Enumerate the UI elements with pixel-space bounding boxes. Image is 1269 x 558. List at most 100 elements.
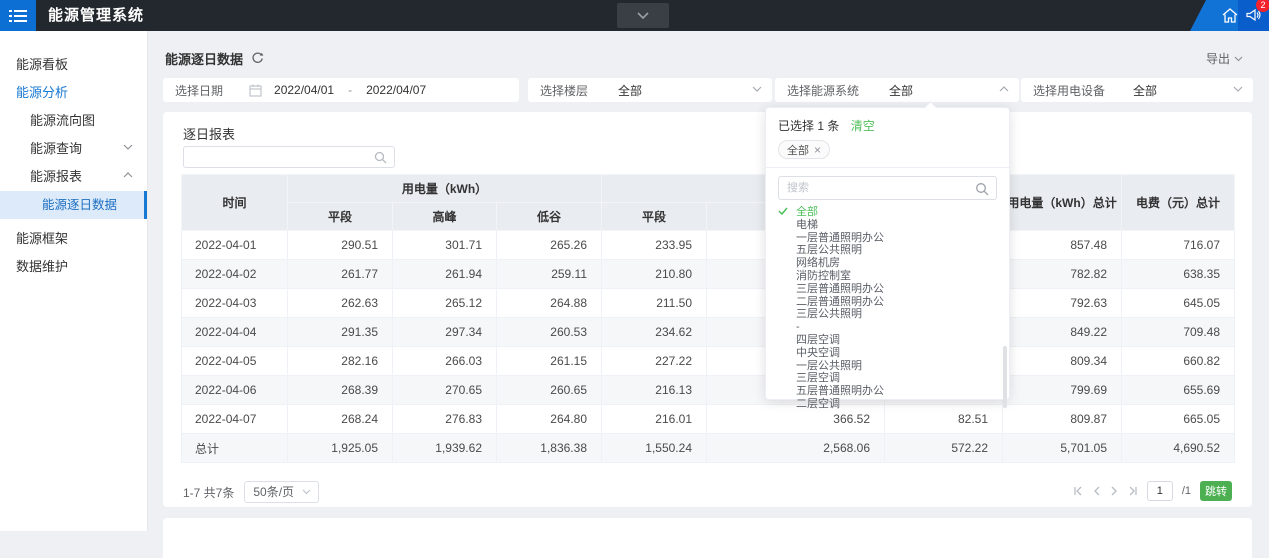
menu-toggle-button[interactable] bbox=[0, 0, 36, 31]
refresh-icon[interactable] bbox=[251, 52, 264, 65]
clear-selection-button[interactable]: 清空 bbox=[851, 119, 875, 133]
announcement-button[interactable]: 2 bbox=[1238, 0, 1269, 31]
cell-time: 2022-04-05 bbox=[182, 347, 288, 376]
page-size-select[interactable]: 50条/页 bbox=[244, 481, 319, 503]
sidebar-nav: 能源看板能源分析能源流向图能源查询能源报表能源逐日数据能源框架数据维护 bbox=[0, 31, 148, 531]
sidebar-item-7[interactable]: 数据维护 bbox=[0, 253, 147, 281]
dropdown-option-label: 一层普通照明办公 bbox=[796, 232, 884, 244]
next-page-button[interactable] bbox=[1110, 486, 1118, 496]
remove-tag-icon[interactable]: × bbox=[814, 144, 821, 156]
dropdown-option[interactable]: 消防控制室 bbox=[766, 270, 1009, 283]
sidebar-item-5[interactable]: 能源逐日数据 bbox=[0, 191, 147, 219]
dropdown-option[interactable]: 二层普通照明办公 bbox=[766, 296, 1009, 309]
floor-select[interactable]: 选择楼层 全部 bbox=[528, 78, 772, 102]
dropdown-option-label: 三层空调 bbox=[796, 372, 840, 384]
cell-value: 291.35 bbox=[288, 318, 393, 347]
col-header-valley: 低谷 bbox=[497, 203, 602, 231]
dropdown-option[interactable]: 三层普通照明办公 bbox=[766, 283, 1009, 296]
cell-value: 782.82 bbox=[1003, 260, 1122, 289]
cell-value: 259.11 bbox=[497, 260, 602, 289]
page-number-input[interactable]: 1 bbox=[1147, 481, 1173, 501]
date-separator: - bbox=[348, 83, 352, 97]
dropdown-option[interactable]: 三层公共照明 bbox=[766, 308, 1009, 321]
selected-count-text: 已选择 1 条 bbox=[778, 119, 839, 133]
sidebar-item-0[interactable]: 能源看板 bbox=[0, 51, 147, 79]
date-end-value: 2022/04/07 bbox=[366, 83, 426, 97]
sidebar-item-4[interactable]: 能源报表 bbox=[0, 163, 147, 191]
cell-value: 282.16 bbox=[288, 347, 393, 376]
last-page-button[interactable] bbox=[1127, 486, 1138, 496]
date-range-filter[interactable]: 选择日期 2022/04/01 - 2022/04/07 bbox=[163, 78, 519, 102]
dropdown-option[interactable]: 电梯 bbox=[766, 219, 1009, 232]
dropdown-selected-info: 已选择 1 条 清空 bbox=[766, 108, 1009, 134]
first-page-icon bbox=[1073, 486, 1084, 496]
dropdown-option[interactable]: 网络机房 bbox=[766, 257, 1009, 270]
dropdown-option[interactable]: 四层空调 bbox=[766, 334, 1009, 347]
cell-value: 1,939.62 bbox=[393, 434, 497, 463]
daily-report-card: 逐日报表 时间 用电量（kWh） 电费（元） 用电量（kWh）总计 电费（元）总… bbox=[163, 112, 1252, 507]
table-search-input[interactable] bbox=[183, 146, 395, 168]
chevron-down-icon bbox=[1233, 86, 1243, 92]
cell-value: 261.15 bbox=[497, 347, 602, 376]
dropdown-option-label: 电梯 bbox=[796, 219, 818, 231]
energy-management-app: { "topbar": { "title": "能源管理系统" }, "side… bbox=[0, 0, 1269, 531]
dropdown-option[interactable]: 一层公共照明 bbox=[766, 360, 1009, 373]
main-content: 能源逐日数据 导出 选择日期 2022/04/01 - 2022/04/07 选… bbox=[148, 31, 1269, 531]
col-header-peak: 高峰 bbox=[393, 203, 497, 231]
sidebar-item-label: 数据维护 bbox=[16, 259, 68, 274]
cell-value: 268.39 bbox=[288, 376, 393, 405]
dropdown-search-input[interactable] bbox=[779, 177, 996, 199]
chevron-down-icon bbox=[637, 12, 649, 19]
sidebar-item-label: 能源框架 bbox=[16, 231, 68, 246]
sidebar-item-label: 能源逐日数据 bbox=[42, 198, 117, 212]
export-button[interactable]: 导出 bbox=[1206, 50, 1243, 67]
dropdown-option[interactable]: 五层公共照明 bbox=[766, 244, 1009, 257]
cell-value: 809.34 bbox=[1003, 347, 1122, 376]
dropdown-option[interactable]: 五层普通照明办公 bbox=[766, 385, 1009, 398]
device-select[interactable]: 选择用电设备 全部 bbox=[1021, 78, 1253, 102]
dropdown-option-label: 消防控制室 bbox=[796, 270, 851, 282]
chevron-up-icon bbox=[123, 172, 133, 178]
chevron-down-icon bbox=[1234, 56, 1243, 62]
energy-system-select[interactable]: 选择能源系统 全部 bbox=[775, 78, 1019, 102]
dropdown-option[interactable]: - bbox=[766, 321, 1009, 334]
sidebar-item-1[interactable]: 能源分析 bbox=[0, 79, 147, 107]
col-header-flat-fee: 平段 bbox=[602, 203, 707, 231]
navbar-collapse-button[interactable] bbox=[617, 3, 669, 28]
pagination-range-text: 1-7 共7条 bbox=[183, 484, 234, 501]
chevron-down-icon bbox=[302, 489, 311, 495]
dropdown-option-label: 中央空调 bbox=[796, 347, 840, 359]
sidebar-item-6[interactable]: 能源框架 bbox=[0, 225, 147, 253]
col-header-total-kwh: 用电量（kWh）总计 bbox=[1003, 175, 1122, 231]
jump-button[interactable]: 跳转 bbox=[1200, 481, 1232, 501]
dropdown-option[interactable]: 全部 bbox=[766, 206, 1009, 219]
dropdown-option[interactable]: 中央空调 bbox=[766, 347, 1009, 360]
cell-value: 262.63 bbox=[288, 289, 393, 318]
prev-page-button[interactable] bbox=[1093, 486, 1101, 496]
dropdown-option[interactable]: 三层空调 bbox=[766, 372, 1009, 385]
sidebar-item-3[interactable]: 能源查询 bbox=[0, 135, 147, 163]
col-group-kwh: 用电量（kWh） bbox=[288, 175, 602, 203]
cell-value: 638.35 bbox=[1122, 260, 1235, 289]
cell-value: 572.22 bbox=[885, 434, 1003, 463]
search-icon bbox=[975, 182, 989, 196]
dropdown-option[interactable]: 二层空调 bbox=[766, 398, 1009, 409]
cell-value: 1,925.05 bbox=[288, 434, 393, 463]
sidebar-item-label: 能源分析 bbox=[16, 85, 68, 100]
cell-time: 2022-04-04 bbox=[182, 318, 288, 347]
table-row: 2022-04-07268.24276.83264.80216.01366.52… bbox=[182, 405, 1235, 434]
cell-time: 2022-04-06 bbox=[182, 376, 288, 405]
dropdown-option[interactable]: 一层普通照明办公 bbox=[766, 232, 1009, 245]
dropdown-option-label: 网络机房 bbox=[796, 257, 840, 269]
sidebar-item-2[interactable]: 能源流向图 bbox=[0, 107, 147, 135]
chevron-up-icon bbox=[999, 86, 1009, 92]
first-page-button[interactable] bbox=[1073, 486, 1084, 496]
selected-tag[interactable]: 全部 × bbox=[778, 140, 830, 159]
device-select-value: 全部 bbox=[1133, 82, 1157, 99]
search-icon bbox=[374, 151, 387, 164]
cell-value: 265.12 bbox=[393, 289, 497, 318]
app-title: 能源管理系统 bbox=[48, 0, 144, 31]
pagination-controls: 1 /1 跳转 bbox=[1073, 481, 1232, 501]
table-row: 2022-04-05282.16266.03261.15227.22809.34… bbox=[182, 347, 1235, 376]
export-label: 导出 bbox=[1206, 50, 1230, 67]
